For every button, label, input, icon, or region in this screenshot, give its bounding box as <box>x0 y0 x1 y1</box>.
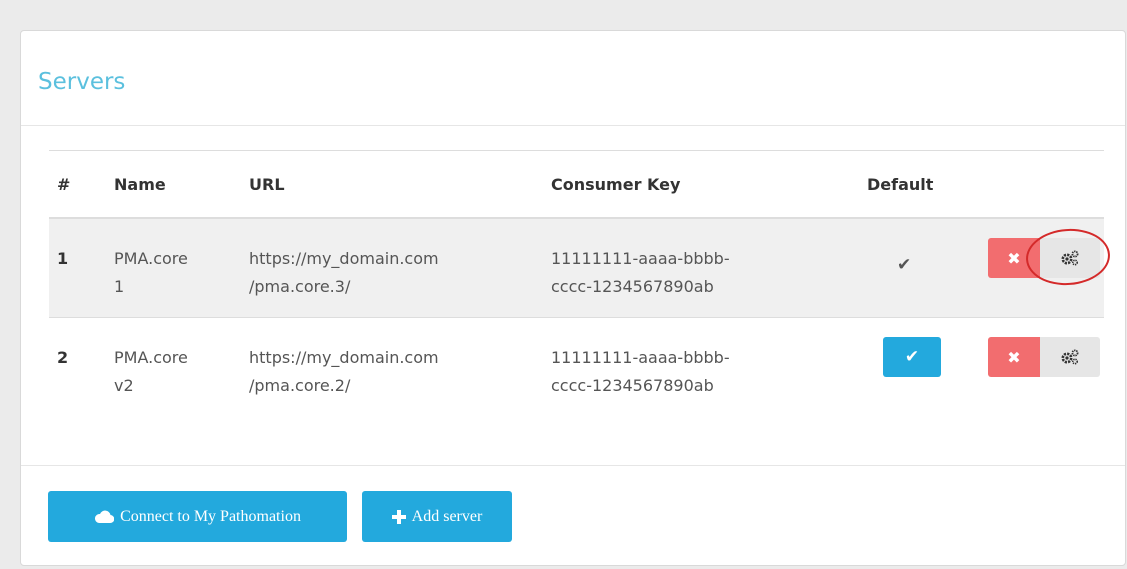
page-title: Servers <box>38 69 126 95</box>
header-name: Name <box>114 150 249 219</box>
server-url: https://my_domain.com /pma.core.3/ <box>249 219 551 301</box>
add-server-label: Add server <box>411 507 483 525</box>
set-default-button[interactable]: ✔ <box>883 337 941 377</box>
server-url-line: https://my_domain.com <box>249 249 439 268</box>
times-icon: ✖ <box>1007 248 1021 268</box>
consumer-key-line: 11111111-aaaa-bbbb- <box>551 348 730 367</box>
delete-server-button[interactable]: ✖ <box>988 337 1040 377</box>
plus-icon <box>391 509 406 524</box>
server-name: PMA.core v2 <box>114 318 249 400</box>
table-row: 2 PMA.core v2 https://my_domain.com /pma… <box>49 318 1104 415</box>
header-consumer-key: Consumer Key <box>551 150 867 219</box>
configure-server-button[interactable] <box>1024 226 1112 288</box>
consumer-key-line: 11111111-aaaa-bbbb- <box>551 249 730 268</box>
server-name-line: v2 <box>114 376 134 395</box>
server-name-line: PMA.core <box>114 249 188 268</box>
server-url-line: https://my_domain.com <box>249 348 439 367</box>
times-icon: ✖ <box>1007 347 1021 367</box>
connect-my-pathomation-button[interactable]: Connect to My Pathomation <box>48 491 347 542</box>
table-row: 1 PMA.core 1 https://my_domain.com /pma.… <box>49 218 1112 318</box>
table-header-row: # Name URL Consumer Key Default <box>49 150 1104 219</box>
header-index: # <box>57 174 71 194</box>
server-name-line: 1 <box>114 277 125 296</box>
servers-table: # Name URL Consumer Key Default 1 PMA.co… <box>49 150 1112 415</box>
row-index: 1 <box>57 249 69 268</box>
header-actions <box>967 150 1104 219</box>
server-url: https://my_domain.com /pma.core.2/ <box>249 318 551 400</box>
consumer-key: 11111111-aaaa-bbbb- cccc-1234567890ab <box>551 219 867 301</box>
server-url-line: /pma.core.2/ <box>249 376 351 395</box>
configure-server-button[interactable] <box>1040 337 1100 377</box>
consumer-key: 11111111-aaaa-bbbb- cccc-1234567890ab <box>551 318 867 400</box>
consumer-key-line: cccc-1234567890ab <box>551 376 714 395</box>
row-index: 2 <box>57 348 69 367</box>
consumer-key-line: cccc-1234567890ab <box>551 277 714 296</box>
cogs-icon <box>1061 349 1079 365</box>
header-default: Default <box>867 150 967 219</box>
add-server-button[interactable]: Add server <box>362 491 512 542</box>
row-actions: ✖ <box>988 337 1100 377</box>
panel-heading: Servers <box>21 31 1125 126</box>
servers-table-wrap: # Name URL Consumer Key Default 1 PMA.co… <box>49 150 1112 415</box>
check-icon: ✔ <box>904 347 920 367</box>
cloud-icon <box>95 510 115 523</box>
panel-footer: Connect to My Pathomation Add server <box>21 465 1125 542</box>
connect-label: Connect to My Pathomation <box>120 507 301 525</box>
cogs-icon <box>1061 250 1079 266</box>
row-actions: ✖ <box>988 226 1112 288</box>
delete-server-button[interactable]: ✖ <box>988 238 1040 278</box>
check-icon: ✔ <box>897 255 912 275</box>
header-url: URL <box>249 150 551 219</box>
server-url-line: /pma.core.3/ <box>249 277 351 296</box>
server-name: PMA.core 1 <box>114 219 249 301</box>
server-name-line: PMA.core <box>114 348 188 367</box>
servers-panel: Servers # Name URL Consumer Key Default … <box>20 30 1126 566</box>
